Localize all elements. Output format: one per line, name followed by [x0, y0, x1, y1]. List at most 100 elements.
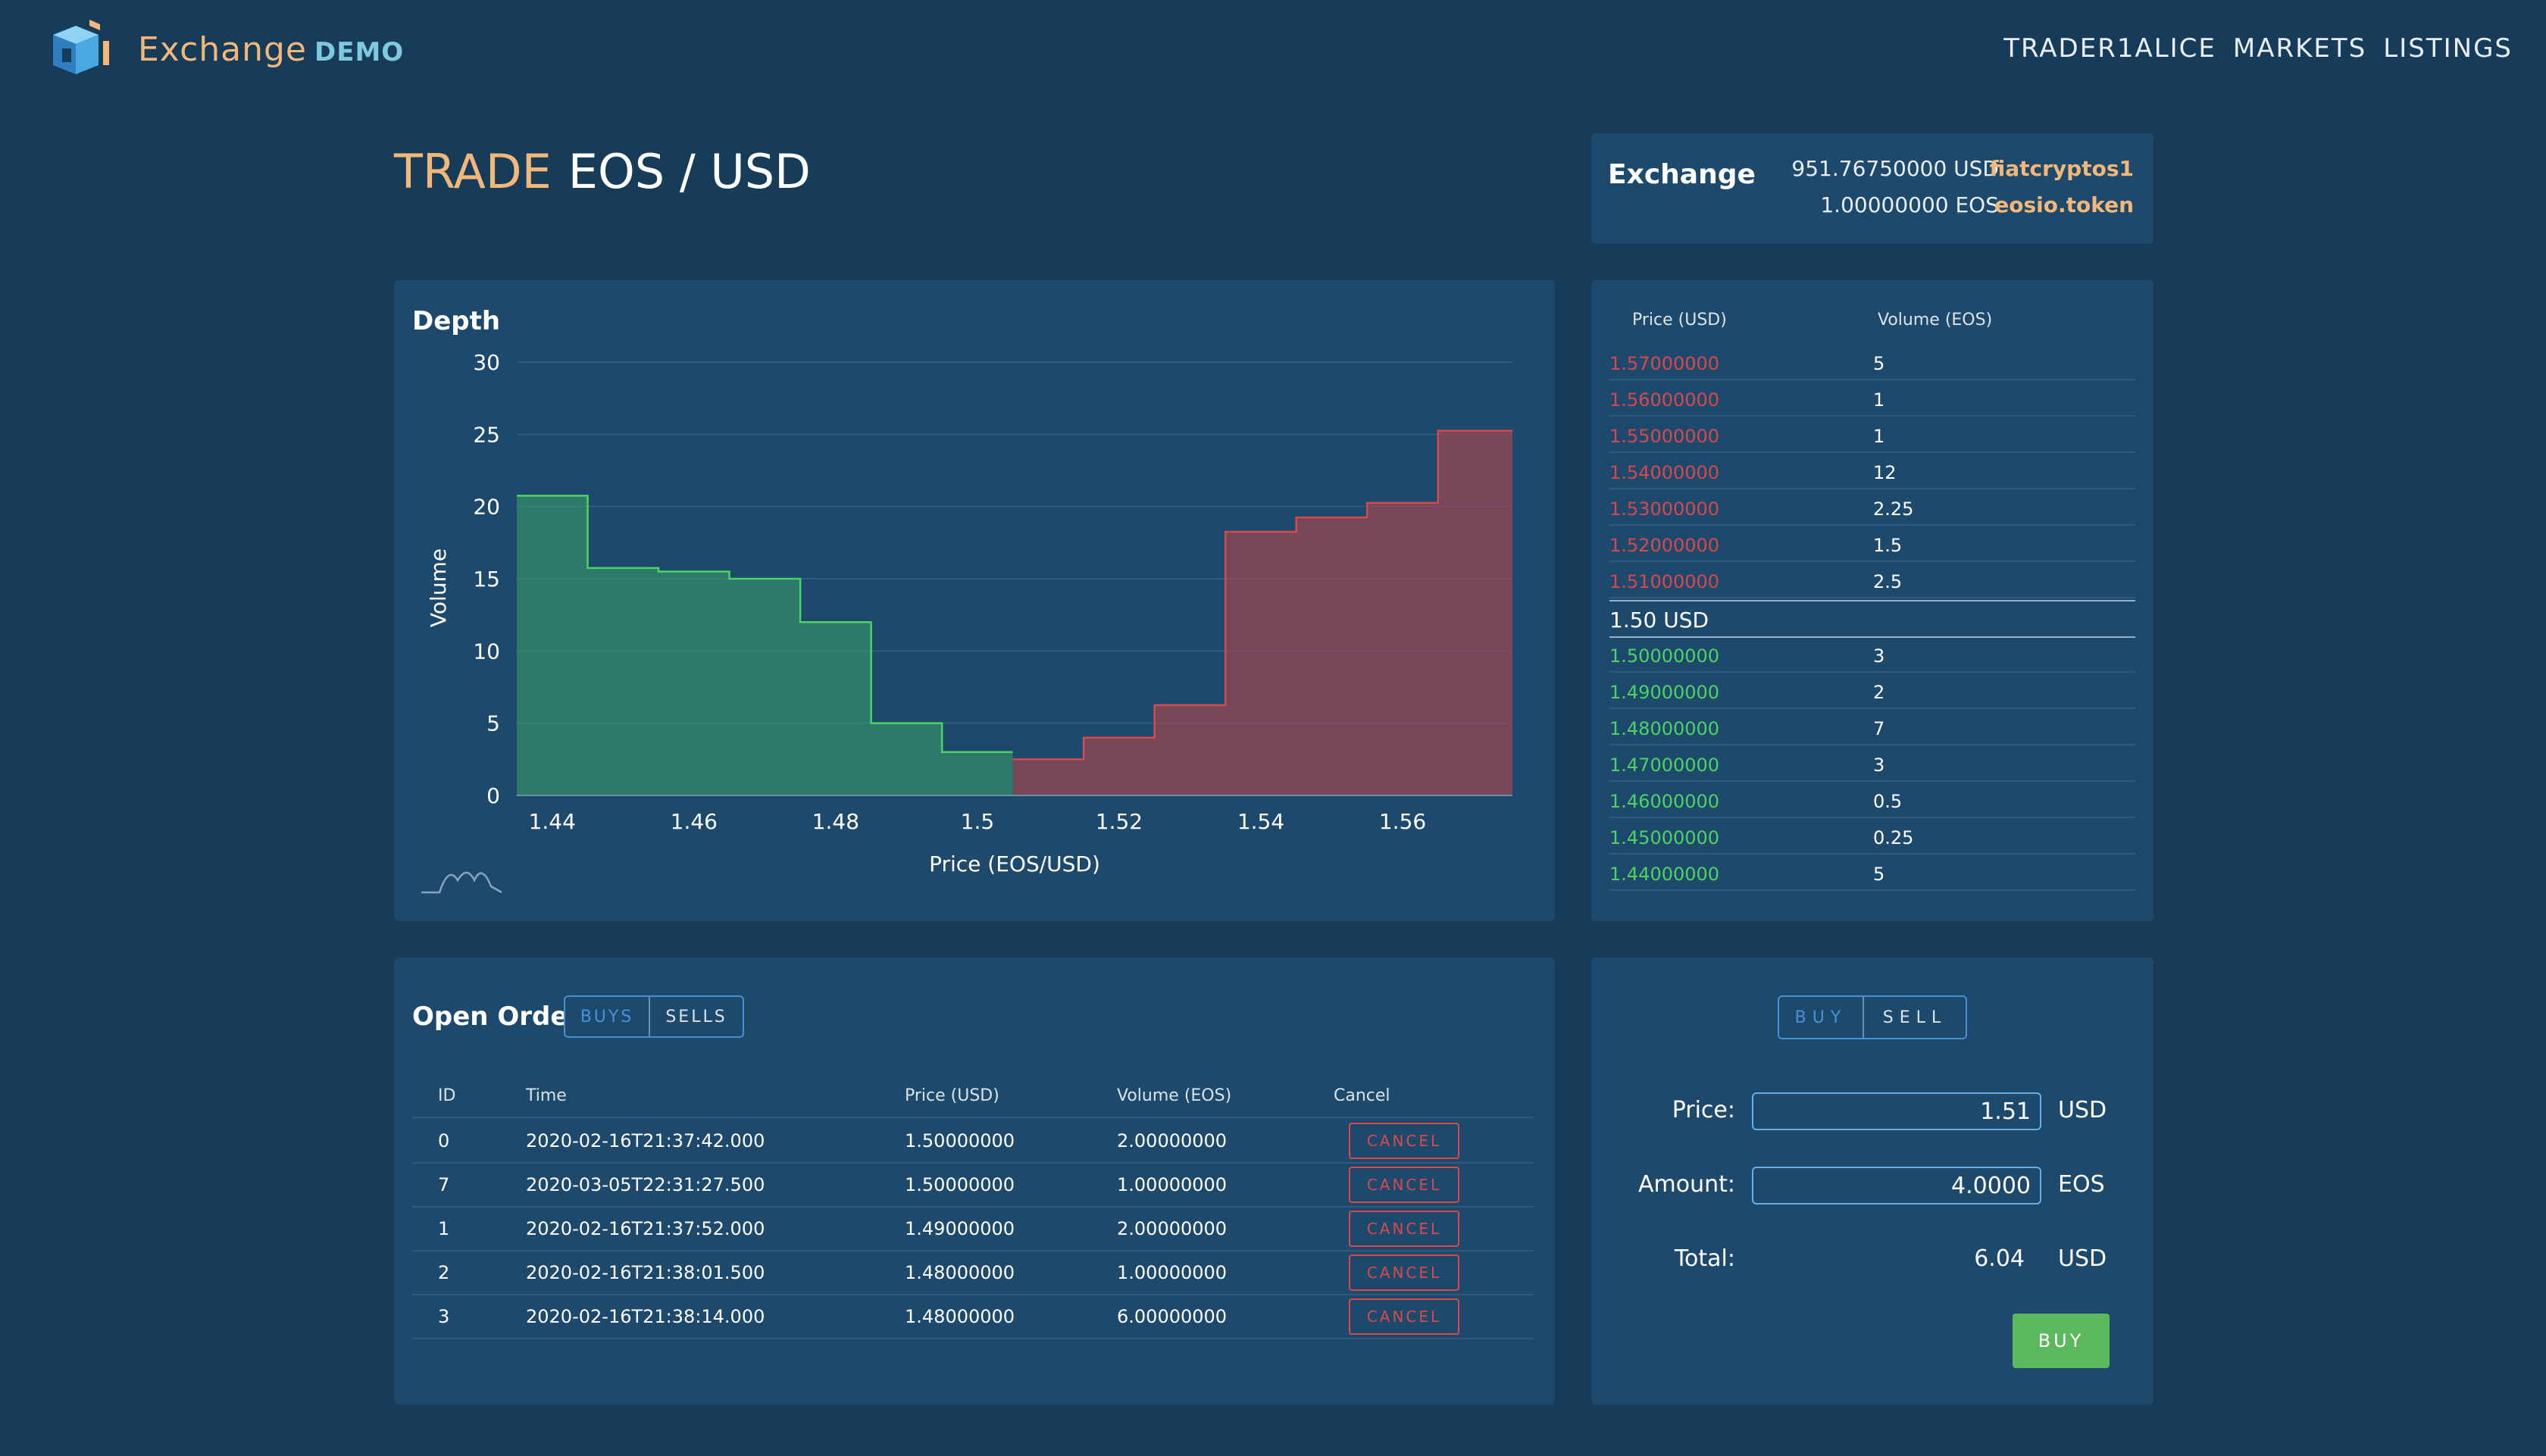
ask-row[interactable]: 1.57000000 5 — [1609, 344, 2135, 380]
balance-usd-amount: 951.76750000 USD — [1791, 156, 1999, 181]
ask-row[interactable]: 1.56000000 1 — [1609, 380, 2135, 417]
brand-title: Exchange — [138, 30, 307, 69]
bid-row[interactable]: 1.47000000 3 — [1609, 745, 2135, 782]
order-row: 3 2020-02-16T21:38:14.000 1.48000000 6.0000… — [412, 1295, 1534, 1339]
submit-buy-button[interactable]: BUY — [2013, 1314, 2110, 1368]
ask-price: 1.55000000 — [1609, 426, 1720, 447]
ask-volume: 5 — [1873, 353, 1885, 374]
bids-depth-area — [517, 495, 1013, 795]
balance-eos-account[interactable]: eosio.token — [1994, 192, 2134, 217]
y-tick-label: 30 — [473, 350, 500, 375]
order-price: 1.48000000 — [905, 1306, 1015, 1327]
trade-form-card: BUY SELL Price: USD Amount: EOS Total: 6… — [1591, 958, 2153, 1404]
tab-buy[interactable]: BUY — [1779, 997, 1864, 1038]
depth-chart-card: 0 5 10 15 20 25 30 1.44 1.46 1.48 1.5 1.52 1.54 1.56 P… — [394, 280, 1555, 921]
bid-row[interactable]: 1.45000000 0.25 — [1609, 818, 2135, 855]
bid-row[interactable]: 1.49000000 2 — [1609, 673, 2135, 709]
bid-price: 1.44000000 — [1609, 864, 1720, 885]
depth-chart[interactable]: 0 5 10 15 20 25 30 1.44 1.46 1.48 1.5 1.52 1.54 1.56 P… — [394, 280, 1555, 921]
book-col-price: Price (USD) — [1632, 311, 1727, 330]
order-price: 1.50000000 — [905, 1174, 1015, 1195]
order-id: 2 — [438, 1262, 450, 1283]
ask-volume: 2.25 — [1873, 498, 1914, 520]
open-orders-card: Open Orders BUYS SELLS ID Time Price (US… — [394, 958, 1555, 1404]
order-volume: 1.00000000 — [1117, 1262, 1228, 1283]
balance-usd-account[interactable]: fiatcryptos1 — [1989, 156, 2134, 181]
tab-buys[interactable]: BUYS — [565, 997, 650, 1036]
ask-price: 1.53000000 — [1609, 498, 1720, 520]
brand-suffix: DEMO — [314, 37, 405, 67]
ask-row[interactable]: 1.55000000 1 — [1609, 417, 2135, 453]
tab-sell[interactable]: SELL — [1864, 997, 1966, 1038]
orders-side-toggle: BUYS SELLS — [564, 995, 744, 1038]
nav-listings[interactable]: LISTINGS — [2383, 33, 2513, 64]
x-tick-label: 1.48 — [812, 809, 859, 834]
logo-icon[interactable] — [50, 18, 114, 79]
bid-price: 1.46000000 — [1609, 791, 1720, 812]
bid-volume: 3 — [1873, 755, 1885, 776]
order-volume: 6.00000000 — [1117, 1306, 1228, 1327]
ask-row[interactable]: 1.52000000 1.5 — [1609, 526, 2135, 562]
bid-price: 1.49000000 — [1609, 682, 1720, 703]
price-input[interactable] — [1752, 1092, 2041, 1130]
bid-volume: 0.25 — [1873, 827, 1914, 848]
price-label: Price: — [1672, 1097, 1735, 1123]
tab-sells[interactable]: SELLS — [650, 997, 743, 1036]
order-volume: 2.00000000 — [1117, 1130, 1228, 1151]
page-title: TRADE EOS / USD — [394, 144, 811, 199]
top-nav: TRADER1ALICE MARKETS LISTINGS — [2003, 33, 2513, 64]
depth-shape-icon — [421, 871, 502, 894]
mid-price-row: 1.50 USD — [1609, 600, 2135, 638]
bid-row[interactable]: 1.46000000 0.5 — [1609, 782, 2135, 818]
nav-markets[interactable]: MARKETS — [2233, 33, 2366, 64]
order-row: 7 2020-03-05T22:31:27.500 1.50000000 1.0000… — [412, 1164, 1534, 1208]
order-time: 2020-02-16T21:38:01.500 — [526, 1262, 765, 1283]
ask-row[interactable]: 1.53000000 2.25 — [1609, 489, 2135, 526]
bid-price: 1.50000000 — [1609, 645, 1720, 667]
cancel-order-button[interactable]: CANCEL — [1349, 1167, 1459, 1203]
bid-row[interactable]: 1.44000000 5 — [1609, 855, 2135, 891]
x-tick-label: 1.44 — [529, 809, 576, 834]
y-tick-label: 5 — [486, 711, 500, 736]
ask-row[interactable]: 1.51000000 2.5 — [1609, 562, 2135, 598]
y-axis-label: Volume — [426, 548, 451, 627]
x-tick-label: 1.54 — [1237, 809, 1284, 834]
bid-row[interactable]: 1.48000000 7 — [1609, 709, 2135, 745]
cancel-order-button[interactable]: CANCEL — [1349, 1254, 1459, 1291]
order-price: 1.49000000 — [905, 1218, 1015, 1239]
order-time: 2020-02-16T21:37:42.000 — [526, 1130, 765, 1151]
balance-eos-amount: 1.00000000 EOS — [1820, 192, 1999, 217]
bid-volume: 5 — [1873, 864, 1885, 885]
bid-row[interactable]: 1.50000000 3 — [1609, 636, 2135, 673]
nav-account[interactable]: TRADER1ALICE — [2003, 33, 2216, 64]
ask-row[interactable]: 1.54000000 12 — [1609, 453, 2135, 489]
bid-volume: 2 — [1873, 682, 1885, 703]
bid-volume: 0.5 — [1873, 791, 1903, 812]
total-value: 6.04 — [1974, 1245, 2025, 1272]
x-tick-label: 1.46 — [671, 809, 718, 834]
order-id: 1 — [438, 1218, 450, 1239]
col-price: Price (USD) — [905, 1086, 999, 1105]
cancel-order-button[interactable]: CANCEL — [1349, 1211, 1459, 1247]
bid-price: 1.45000000 — [1609, 827, 1720, 848]
y-tick-label: 25 — [473, 422, 500, 447]
y-tick-label: 10 — [473, 639, 500, 664]
cancel-order-button[interactable]: CANCEL — [1349, 1123, 1459, 1159]
bid-volume: 3 — [1873, 645, 1885, 667]
order-book-card: Price (USD) Volume (EOS) 1.57000000 5 1.56… — [1591, 280, 2153, 921]
amount-input[interactable] — [1752, 1167, 2041, 1204]
brand-name[interactable]: Exchange DEMO — [138, 30, 404, 69]
col-id: ID — [438, 1086, 456, 1105]
order-price: 1.50000000 — [905, 1130, 1015, 1151]
order-volume: 1.00000000 — [1117, 1174, 1228, 1195]
order-time: 2020-02-16T21:37:52.000 — [526, 1218, 765, 1239]
order-time: 2020-03-05T22:31:27.500 — [526, 1174, 765, 1195]
order-id: 3 — [438, 1306, 450, 1327]
depth-title: Depth — [412, 306, 501, 336]
total-label: Total: — [1674, 1245, 1735, 1272]
total-unit: USD — [2058, 1245, 2107, 1272]
order-id: 7 — [438, 1174, 450, 1195]
bid-price: 1.48000000 — [1609, 718, 1720, 739]
cancel-order-button[interactable]: CANCEL — [1349, 1298, 1459, 1335]
price-unit: USD — [2058, 1097, 2107, 1123]
